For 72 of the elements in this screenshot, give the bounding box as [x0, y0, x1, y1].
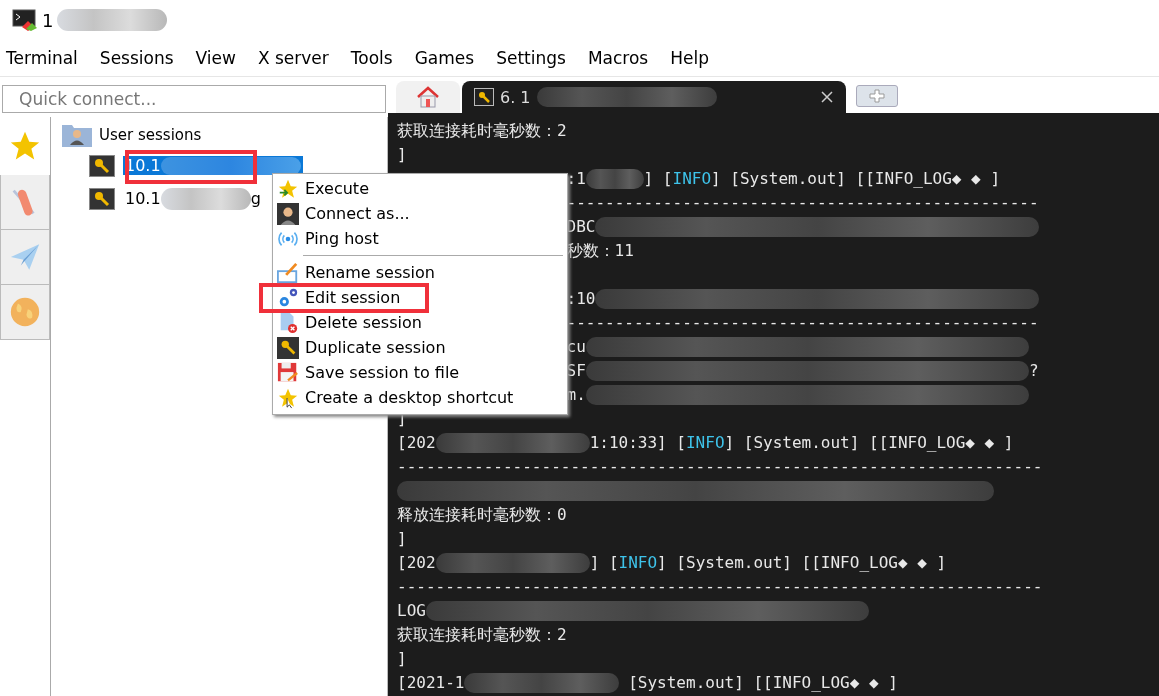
terminal-text: :1: [566, 168, 586, 190]
terminal-text: -------------------------------------------------: [566, 312, 1039, 334]
terminal-text: 获取连接耗时毫秒数：2: [397, 120, 567, 142]
gears-icon: [277, 286, 299, 309]
menu-item[interactable]: View: [195, 48, 236, 68]
terminal-text: ] [System.out] [[INFO_LOG◆ ◆ ]: [724, 432, 1014, 454]
context-menu-item[interactable]: Save session to file: [275, 360, 567, 385]
globe-icon: [8, 295, 42, 329]
terminal-text: -------------------------------------------------------------------: [397, 576, 1043, 598]
terminal-text: -------------------------------------------------------------------: [397, 456, 1043, 478]
context-menu-item[interactable]: Connect as...: [275, 201, 567, 226]
menu-item[interactable]: Settings: [496, 48, 566, 68]
terminal-text: [2021-1: [397, 672, 465, 694]
session-tab[interactable]: 6. 1: [462, 81, 846, 113]
context-menu-item[interactable]: Rename session: [275, 260, 567, 285]
terminal-text: 秒数：11: [566, 240, 634, 262]
terminal-text: -------------------------------------------------: [566, 192, 1039, 214]
menu-item[interactable]: Help: [670, 48, 709, 68]
side-tab[interactable]: [0, 175, 50, 230]
menu-item[interactable]: Tools: [350, 48, 393, 68]
terminal-text: ]: [397, 648, 407, 670]
terminal-text: 释放连接耗时毫秒数：0: [397, 504, 567, 526]
context-menu-item[interactable]: Duplicate session: [275, 335, 567, 360]
window-title: 1: [42, 9, 54, 31]
terminal-text: ] [: [643, 168, 673, 190]
terminal-text: [202: [397, 552, 436, 574]
key-icon: [89, 187, 115, 210]
log-level-text: INFO: [672, 168, 712, 190]
plus-icon: [868, 89, 886, 103]
side-tab[interactable]: [0, 285, 50, 340]
terminal-text: [202: [397, 432, 436, 454]
side-tab[interactable]: [0, 230, 50, 285]
terminal-text: cu: [566, 336, 586, 358]
log-level-text: INFO: [618, 552, 658, 574]
menu-item[interactable]: Sessions: [99, 48, 174, 68]
terminal-text: ]: [397, 144, 407, 166]
house-icon: [416, 85, 440, 109]
user-icon: [277, 202, 299, 225]
tree-folder-label[interactable]: User sessions: [99, 126, 202, 144]
terminal-app-icon: [12, 9, 38, 31]
terminal-text: DBC: [566, 216, 596, 238]
pencil-icon: [277, 261, 299, 284]
menu-item[interactable]: Macros: [587, 48, 649, 68]
context-menu-item[interactable]: Ping host: [275, 226, 567, 251]
context-menu-item[interactable]: Edit session: [275, 285, 567, 310]
terminal-text: ] [: [589, 552, 619, 574]
context-menu-item[interactable]: Create a desktop shortcut: [275, 385, 567, 410]
redaction-blur: [585, 169, 644, 189]
close-icon[interactable]: [820, 90, 834, 104]
terminal-text: ] [System.out] [[INFO_LOG◆ ◆ ]: [657, 552, 947, 574]
terminal-text: ?: [1028, 360, 1039, 382]
menu-item[interactable]: Games: [414, 48, 475, 68]
terminal-text: :10: [566, 288, 596, 310]
terminal-text: LOG: [397, 600, 426, 622]
new-tab-button[interactable]: [856, 85, 898, 107]
key-icon: [89, 154, 115, 177]
menu-item[interactable]: X server: [257, 48, 329, 68]
terminal-text: ]: [397, 528, 407, 550]
home-tab[interactable]: [396, 81, 460, 113]
terminal-text: ] [System.out] [[INFO_LOG◆ ◆ ]: [711, 168, 1000, 190]
context-menu-item[interactable]: Execute: [275, 176, 567, 201]
terminal-text: 1:10:33] [: [589, 432, 686, 454]
key-icon: [277, 336, 299, 359]
menu-item[interactable]: Terminal: [6, 48, 78, 68]
terminal-text: [System.out] [[INFO_LOG◆ ◆ ]: [627, 672, 898, 694]
context-menu-item[interactable]: Delete session: [275, 310, 567, 335]
quick-connect-field[interactable]: Quick connect...: [2, 85, 386, 113]
log-level-text: INFO: [686, 432, 725, 454]
terminal-text: SF: [566, 360, 586, 382]
user-folder-icon: [61, 122, 93, 148]
terminal-text: 获取连接耗时毫秒数：2: [397, 624, 567, 646]
key-icon: [474, 88, 494, 106]
